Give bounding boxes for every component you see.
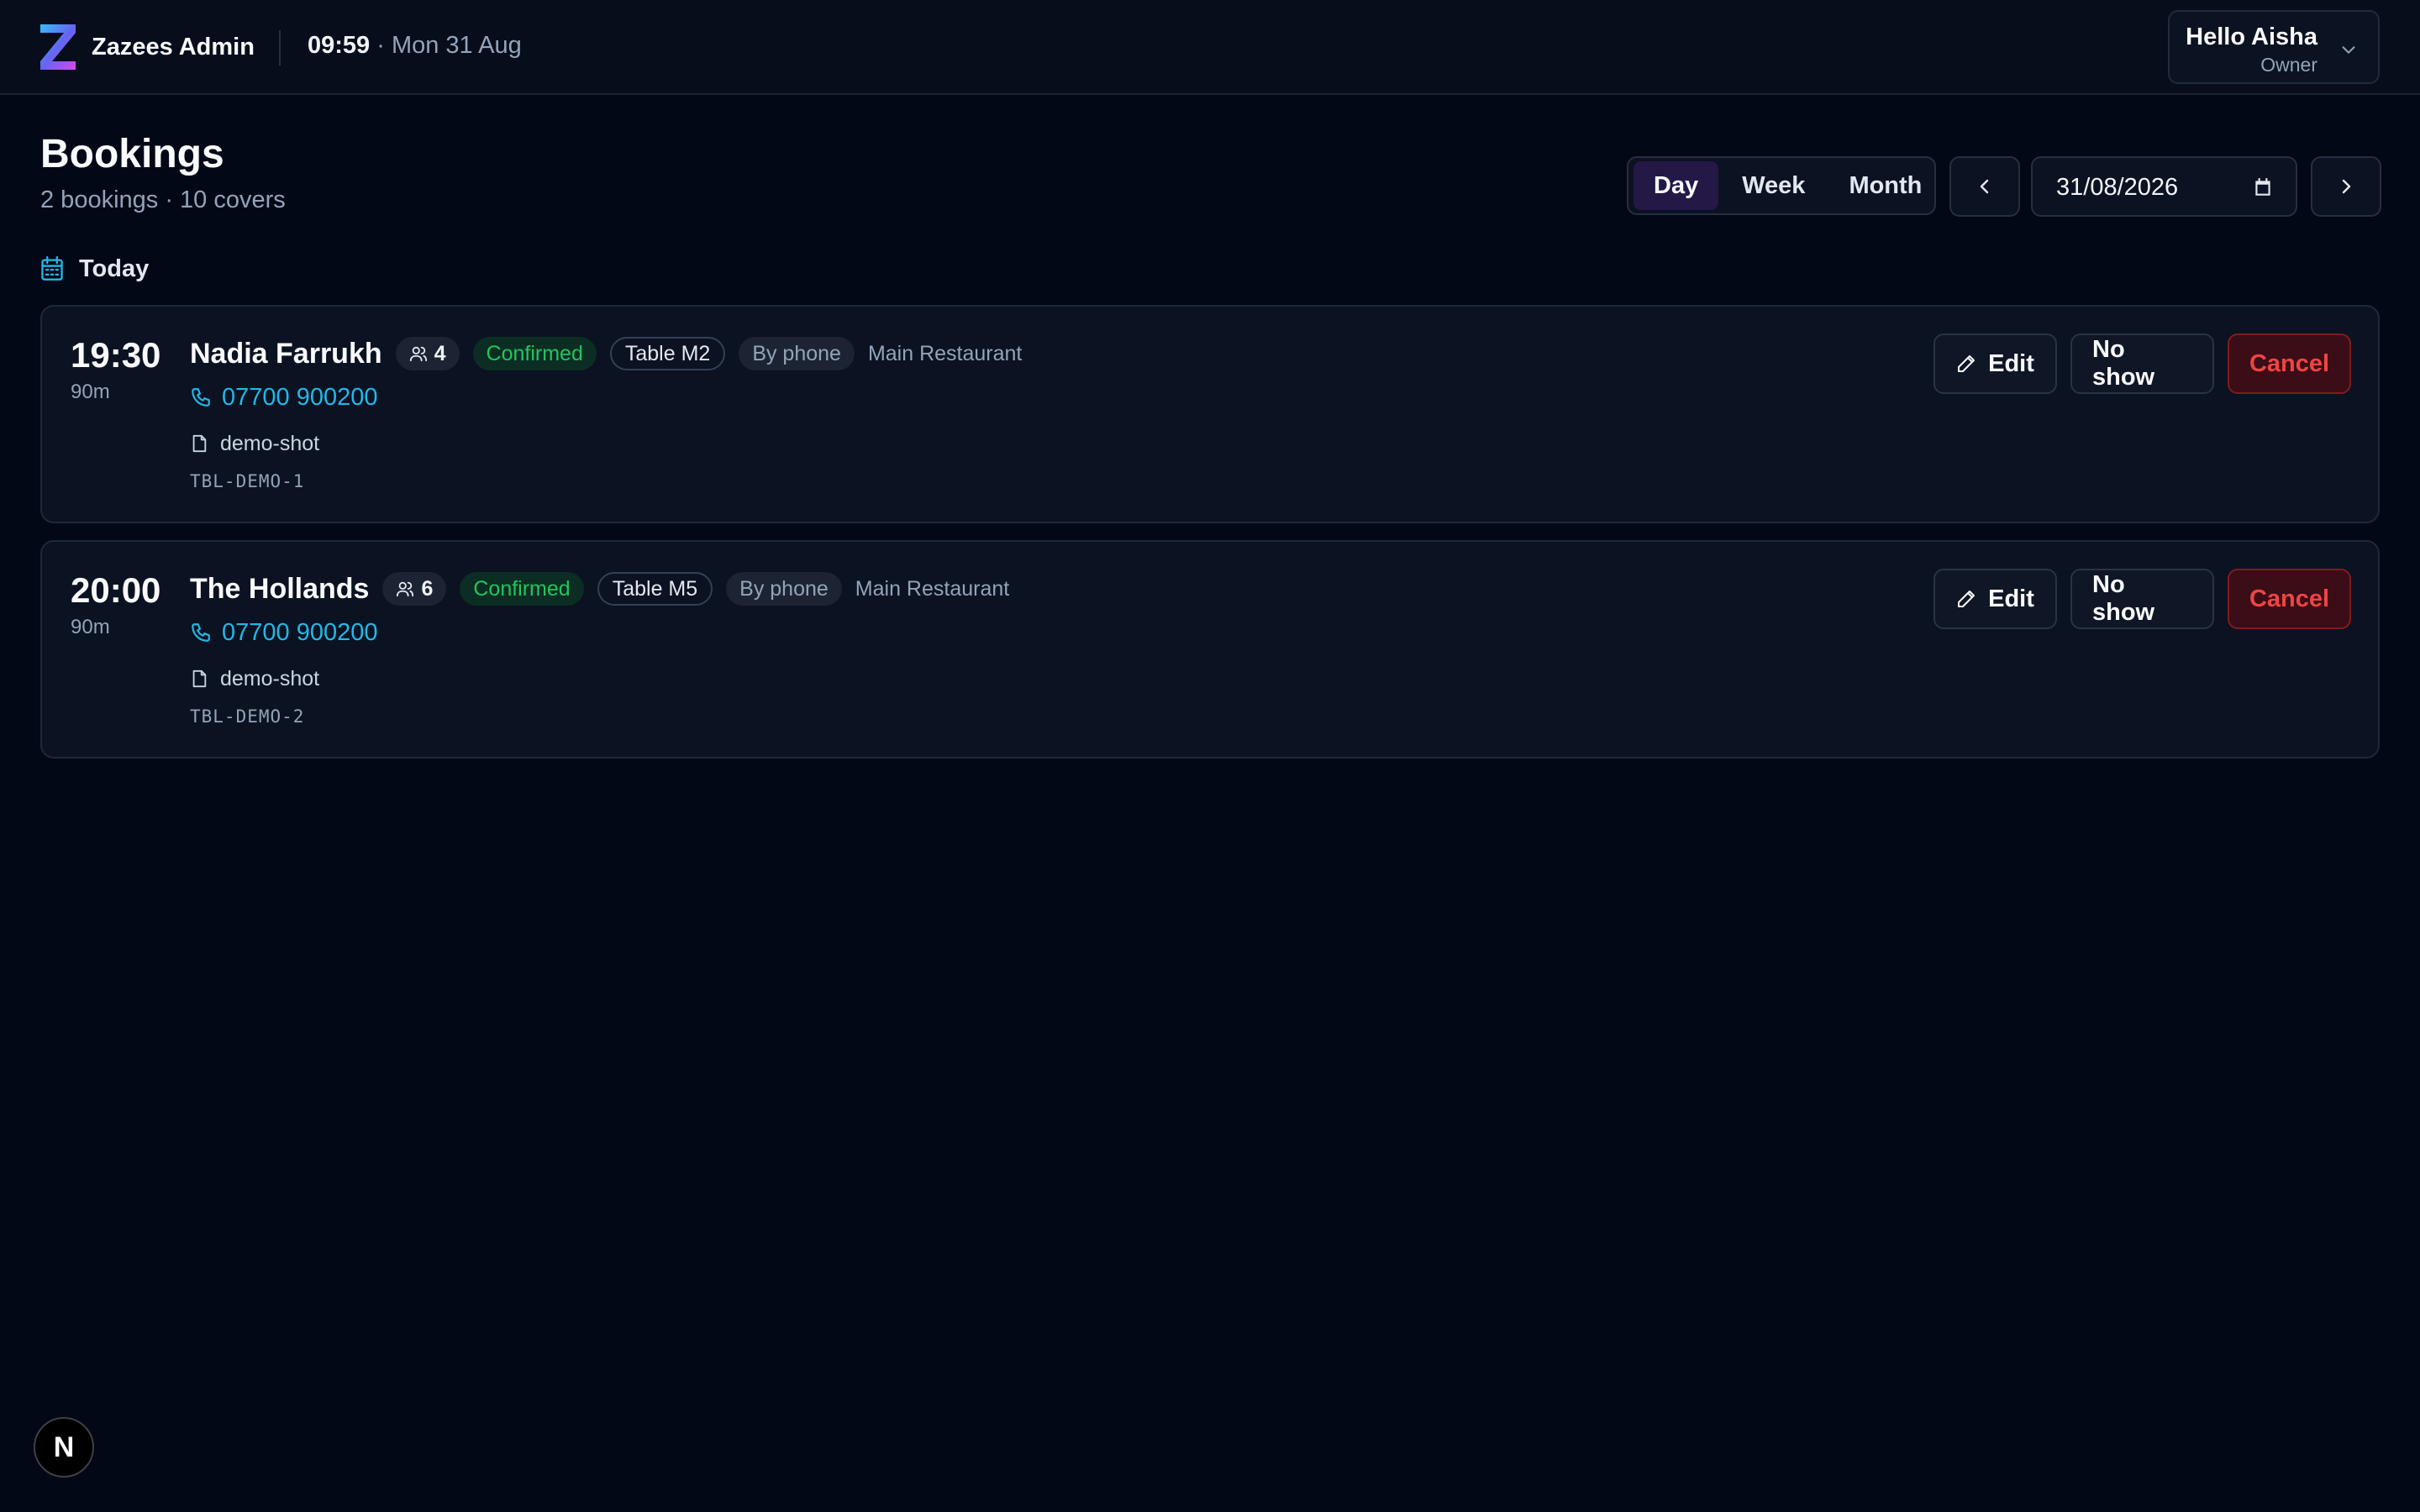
note-icon — [192, 669, 207, 688]
booking-time: 20:00 — [71, 570, 161, 610]
section-today: Today — [40, 252, 149, 286]
source-badge: By phone — [726, 572, 842, 606]
booking-summary: The Hollands 6 Confirmed Table M5 By pho… — [190, 570, 1009, 607]
clock-time: 09:59 — [308, 32, 371, 59]
phone-icon — [192, 623, 210, 642]
date-input[interactable]: 31/08/2026 — [2031, 156, 2297, 217]
dev-tools-badge[interactable]: N — [34, 1417, 94, 1478]
pencil-icon — [1958, 355, 1975, 372]
users-icon — [397, 581, 414, 597]
phone-number: 07700 900200 — [222, 383, 378, 411]
cancel-button[interactable]: Cancel — [2228, 569, 2351, 629]
clock-date: · Mon 31 Aug — [370, 32, 522, 59]
note-text: demo-shot — [220, 431, 320, 455]
divider — [279, 30, 281, 66]
booking-note: demo-shot — [190, 429, 319, 458]
covers-count: 4 — [434, 341, 446, 365]
covers-badge: 4 — [395, 337, 460, 370]
table-badge: Table M5 — [597, 572, 713, 606]
chevron-right-icon — [2342, 179, 2351, 194]
guest-name: The Hollands — [190, 572, 370, 605]
phone-link[interactable]: 07700 900200 — [190, 381, 377, 414]
source-badge: By phone — [739, 337, 855, 370]
status-badge: Confirmed — [472, 337, 597, 370]
booking-note: demo-shot — [190, 664, 319, 693]
page-subtitle: 2 bookings · 10 covers — [40, 186, 286, 213]
covers-badge: 6 — [382, 572, 447, 606]
booking-reference: TBL-DEMO-1 — [190, 471, 305, 491]
booking-time: 19:30 — [71, 335, 161, 375]
top-bar: Zazees Admin 09:59 · Mon 31 Aug Hello Ai… — [0, 0, 2420, 95]
chevron-left-icon — [1980, 179, 1989, 194]
table-badge: Table M2 — [609, 337, 726, 370]
previous-date-button[interactable] — [1949, 156, 2020, 217]
booking-card[interactable]: 20:00 90m The Hollands 6 Confirmed Table… — [40, 540, 2380, 759]
pencil-icon — [1958, 591, 1975, 607]
phone-icon — [192, 388, 210, 407]
booking-duration: 90m — [71, 381, 110, 403]
booking-summary: Nadia Farrukh 4 Confirmed Table M2 By ph… — [190, 335, 1022, 372]
users-icon — [409, 346, 427, 362]
user-menu[interactable]: Hello Aisha Owner — [2168, 10, 2380, 84]
edit-button[interactable]: Edit — [1933, 333, 2057, 394]
edit-button[interactable]: Edit — [1933, 569, 2057, 629]
booking-actions: Edit No show Cancel — [1933, 333, 2351, 394]
user-greeting: Hello Aisha — [2186, 24, 2317, 50]
view-month-button[interactable]: Month — [1828, 161, 1942, 210]
no-show-button[interactable]: No show — [2070, 569, 2214, 629]
location-label: Main Restaurant — [855, 576, 1010, 601]
date-input-value: 31/08/2026 — [2056, 174, 2179, 201]
location-label: Main Restaurant — [867, 341, 1023, 365]
edit-label: Edit — [1988, 585, 2034, 612]
view-week-button[interactable]: Week — [1722, 161, 1825, 210]
booking-card[interactable]: 19:30 90m Nadia Farrukh 4 Confirmed Tabl… — [40, 305, 2380, 523]
note-text: demo-shot — [220, 666, 320, 690]
view-day-button[interactable]: Day — [1634, 161, 1719, 210]
brand[interactable]: Zazees Admin — [39, 23, 255, 71]
phone-number: 07700 900200 — [222, 618, 378, 646]
edit-label: Edit — [1988, 349, 2034, 377]
app-name: Zazees Admin — [92, 33, 255, 60]
note-icon — [192, 434, 207, 453]
cancel-button[interactable]: Cancel — [2228, 333, 2351, 394]
next-date-button[interactable] — [2311, 156, 2381, 217]
page-title: Bookings — [40, 132, 224, 176]
booking-actions: Edit No show Cancel — [1933, 569, 2351, 629]
booking-duration: 90m — [71, 616, 110, 638]
user-role: Owner — [2260, 54, 2317, 76]
phone-link[interactable]: 07700 900200 — [190, 616, 377, 649]
section-label: Today — [79, 255, 150, 282]
status-badge: Confirmed — [460, 572, 584, 606]
calendar-picker-icon[interactable] — [2252, 176, 2274, 198]
booking-reference: TBL-DEMO-2 — [190, 706, 305, 727]
calendar-icon — [41, 256, 63, 281]
no-show-button[interactable]: No show — [2070, 333, 2214, 394]
chevron-down-icon — [2342, 46, 2355, 54]
view-toggle: Day Week Month — [1627, 156, 1936, 215]
guest-name: Nadia Farrukh — [190, 337, 382, 370]
zazees-logo-icon — [40, 24, 76, 70]
clock: 09:59 · Mon 31 Aug — [308, 32, 522, 60]
covers-count: 6 — [421, 576, 434, 601]
